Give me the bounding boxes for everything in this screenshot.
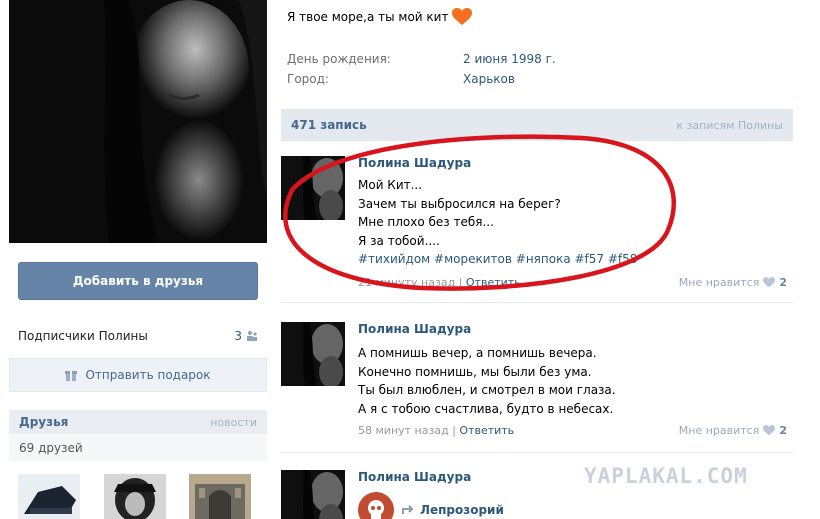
reply-link[interactable]: Ответить <box>459 424 514 437</box>
friends-header: Друзья новости <box>9 410 267 434</box>
post-author-name[interactable]: Полина Шадура <box>358 156 471 170</box>
repost-link[interactable]: Лепрозорий <box>402 503 504 517</box>
friends-title[interactable]: Друзья <box>19 415 68 429</box>
post-text: Мой Кит... Зачем ты выбросился на берег?… <box>358 176 637 269</box>
repost-source[interactable]: Лепрозорий <box>358 492 504 519</box>
post-text: А помнишь вечер, а помнишь вечера. Конеч… <box>358 344 616 418</box>
post-line: А я с тобою счастлива, будто в небесах. <box>358 401 614 416</box>
post-time[interactable]: 21 минуту назад <box>358 276 455 289</box>
subscribers-label: Подписчики Полины <box>18 329 148 343</box>
wall-post: Полина Шадура А помнишь вечер, а помнишь… <box>281 322 793 444</box>
post-author-avatar[interactable] <box>281 156 345 220</box>
like-count: 2 <box>779 424 787 437</box>
post-line: Мне плохо без тебя... <box>358 215 494 229</box>
to-user-posts-link[interactable]: к записям Полины <box>676 119 783 132</box>
subscribers-count[interactable]: 3 <box>234 329 258 343</box>
friend-thumbnail[interactable] <box>18 474 80 519</box>
post-meta: 21 минуту назад | Ответить <box>358 276 521 289</box>
post-time[interactable]: 58 минут назад <box>358 424 449 437</box>
post-meta: 58 минут назад | Ответить <box>358 424 515 437</box>
add-friend-button[interactable]: Добавить в друзья <box>18 262 258 300</box>
post-author-name[interactable]: Полина Шадура <box>358 322 471 336</box>
send-gift-button[interactable]: Отправить подарок <box>9 358 267 392</box>
post-line: Зачем ты выбросился на берег? <box>358 196 561 211</box>
post-line: А помнишь вечер, а помнишь вечера. <box>358 346 597 360</box>
watermark: YAPLAKAL.COM <box>584 464 748 488</box>
friends-news-link[interactable]: новости <box>210 416 257 429</box>
profile-sidebar: Добавить в друзья Подписчики Полины 3 От… <box>0 0 276 519</box>
friend-thumbnail[interactable] <box>189 474 251 519</box>
repost-arrow-icon <box>402 505 414 514</box>
post-line: Конечно помнишь, мы были без ума. <box>358 364 592 379</box>
heart-icon <box>452 8 473 25</box>
profile-photo[interactable] <box>9 0 267 243</box>
post-line: Мой Кит... <box>358 178 423 192</box>
gift-icon <box>65 371 78 381</box>
like-label: Мне нравится <box>678 276 760 289</box>
birthday-value[interactable]: 2 июня 1998 г. <box>463 52 556 66</box>
repost-group-name: Лепрозорий <box>420 503 504 517</box>
like-button[interactable]: Мне нравится 2 <box>679 424 787 437</box>
send-gift-label: Отправить подарок <box>85 368 211 382</box>
group-avatar[interactable] <box>358 492 394 519</box>
wall-header: 471 запись к записям Полины <box>281 109 793 141</box>
post-line: Я за тобой.... <box>358 233 440 248</box>
friends-count[interactable]: 69 друзей <box>9 435 267 461</box>
profile-status[interactable]: Я твое море,а ты мой кит <box>287 8 473 26</box>
city-label: Город: <box>287 72 329 86</box>
post-author-avatar[interactable] <box>281 470 345 519</box>
subscribers-row[interactable]: Подписчики Полины 3 <box>18 327 258 345</box>
birthday-label: День рождения: <box>287 52 391 66</box>
post-author-name[interactable]: Полина Шадура <box>358 470 471 484</box>
post-hashtags[interactable]: #тихийдом #морекитов #няпока #f57 #f58 <box>358 250 637 269</box>
city-value[interactable]: Харьков <box>463 72 515 86</box>
wall-post: Полина Шадура Мой Кит... Зачем ты выброс… <box>281 156 793 294</box>
post-author-avatar[interactable] <box>281 322 345 386</box>
post-divider <box>281 452 793 453</box>
reply-link[interactable]: Ответить <box>466 276 521 289</box>
people-icon <box>247 331 257 341</box>
friend-thumbnail[interactable] <box>104 474 166 519</box>
heart-icon <box>763 277 776 288</box>
wall-posts-count[interactable]: 471 запись <box>291 118 367 132</box>
post-divider <box>281 302 793 303</box>
like-label: Мне нравится <box>678 424 760 437</box>
post-line: Ты был влюблен, и смотрел в мои глаза. <box>358 383 616 397</box>
like-count: 2 <box>779 276 787 289</box>
status-text: Я твое море,а ты мой кит <box>287 10 449 24</box>
heart-icon <box>763 425 776 436</box>
like-button[interactable]: Мне нравится 2 <box>679 276 787 289</box>
